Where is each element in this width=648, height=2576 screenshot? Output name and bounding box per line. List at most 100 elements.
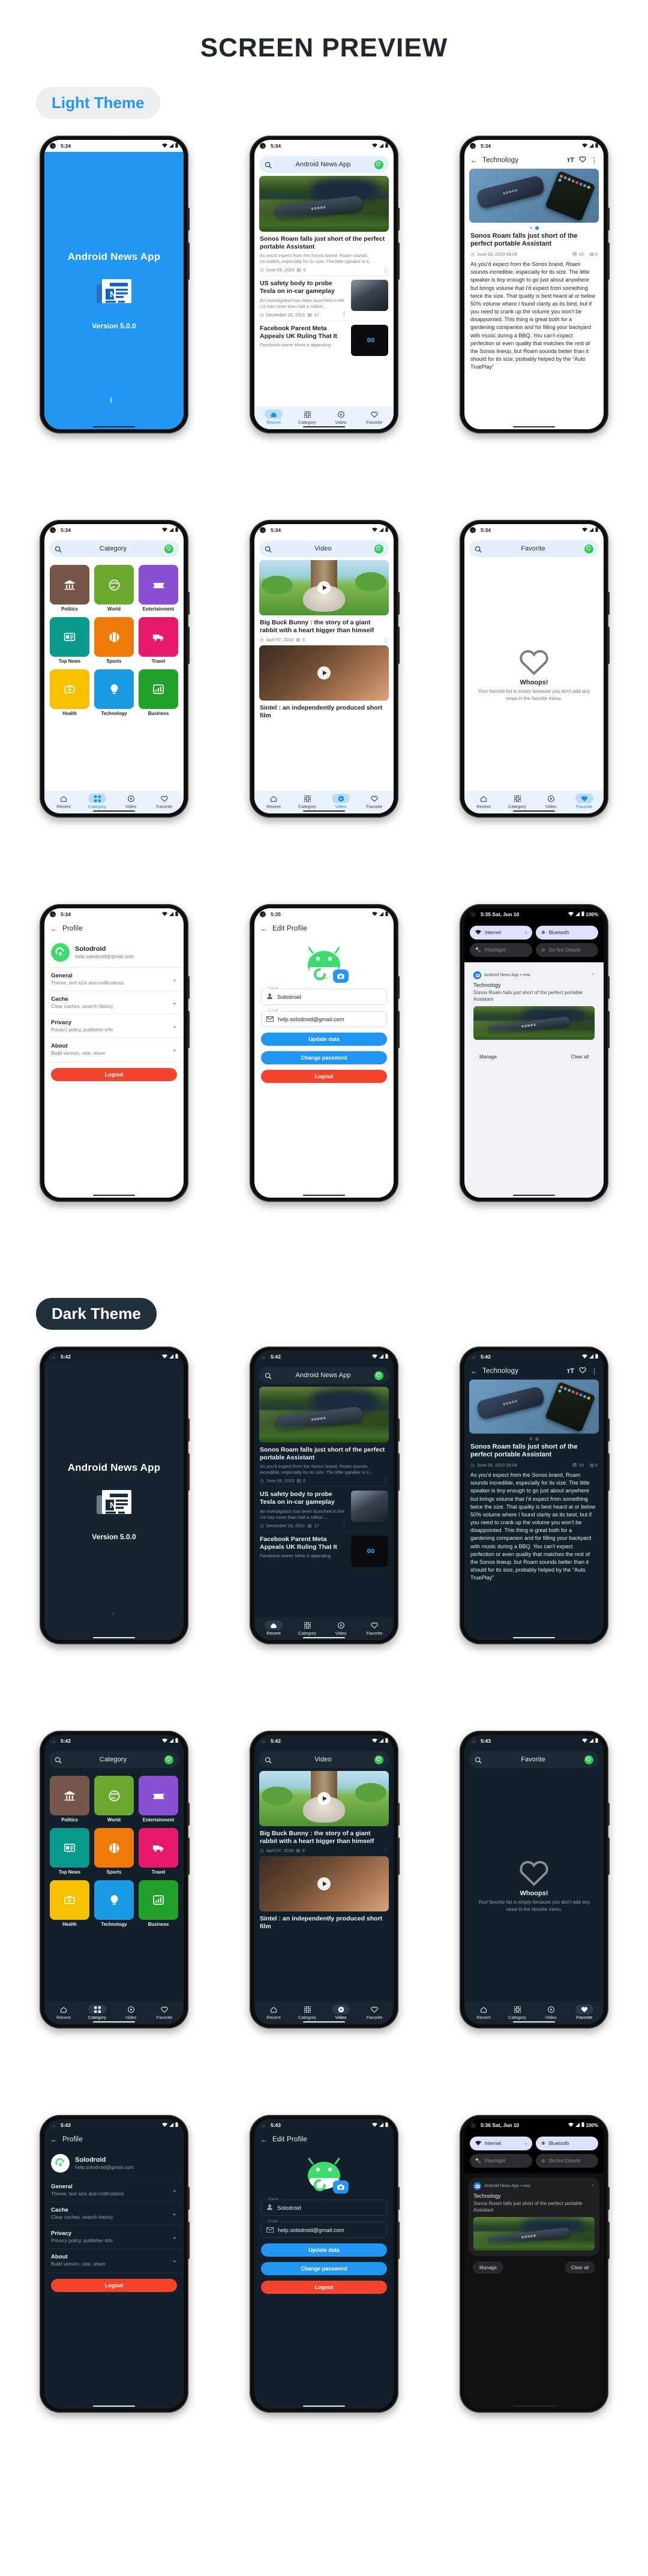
more-vertical-icon[interactable]: ⋮: [591, 157, 598, 164]
more-vertical-icon[interactable]: ⋮: [383, 1847, 388, 1853]
avatar[interactable]: [51, 2154, 70, 2173]
avatar[interactable]: [584, 544, 593, 554]
category-entertainment[interactable]: Entertainment: [139, 1776, 178, 1823]
profile-section-general[interactable]: General Theme, text size and notification…: [44, 967, 184, 991]
home-indicator[interactable]: [93, 2021, 135, 2022]
news-item-1[interactable]: US safety body to probe Tesla on in-car …: [254, 1487, 394, 1531]
search-bar[interactable]: Video: [259, 540, 389, 557]
video-thumbnail-1[interactable]: [259, 645, 389, 701]
back-arrow-icon[interactable]: ←: [50, 925, 58, 933]
clear-all-button[interactable]: Clear all: [564, 2261, 595, 2274]
news-item-0[interactable]: Sonos Roam falls just short of the perfe…: [254, 1443, 394, 1486]
news-item-0[interactable]: Sonos Roam falls just short of the perfe…: [254, 232, 394, 276]
news-scroll-area[interactable]: SONOS Sonos Roam falls just short of the…: [254, 1387, 394, 1617]
avatar[interactable]: [374, 1755, 383, 1764]
search-bar[interactable]: Favorite: [469, 540, 599, 557]
back-arrow-icon[interactable]: ←: [470, 1367, 478, 1375]
nav-item-recent[interactable]: Recent: [47, 2004, 80, 2020]
notification-card[interactable]: Android News App • now ⌃ Technology Sono…: [469, 2177, 599, 2257]
detail-hero-image[interactable]: SONOS: [469, 1380, 599, 1434]
home-indicator[interactable]: [513, 2405, 555, 2407]
search-icon[interactable]: [265, 545, 272, 553]
text-size-icon[interactable]: ᴛT: [567, 157, 574, 164]
avatar[interactable]: [51, 943, 70, 962]
nav-item-favorite[interactable]: Favorite: [358, 409, 391, 425]
search-icon[interactable]: [55, 545, 62, 553]
news-thumbnail[interactable]: ∞: [351, 324, 388, 356]
manage-button[interactable]: Manage: [473, 1051, 503, 1063]
nav-item-category[interactable]: Category: [80, 2004, 114, 2020]
back-arrow-icon[interactable]: ←: [260, 2135, 268, 2144]
logout-button[interactable]: Logout: [261, 2281, 387, 2294]
clear-all-button[interactable]: Clear all: [564, 1051, 595, 1063]
home-indicator[interactable]: [513, 810, 555, 812]
nav-item-category[interactable]: Category: [290, 409, 324, 425]
category-politics[interactable]: Politics: [50, 565, 89, 612]
chevron-down-icon[interactable]: ⌄: [172, 2187, 177, 2194]
nav-item-recent[interactable]: Recent: [257, 794, 290, 809]
home-indicator[interactable]: [513, 1636, 555, 1638]
nav-item-recent[interactable]: Recent: [467, 794, 500, 809]
play-icon[interactable]: [317, 1877, 331, 1891]
nav-item-video[interactable]: Video: [324, 2004, 358, 2020]
home-indicator[interactable]: [93, 426, 135, 427]
category-travel[interactable]: Travel: [139, 617, 178, 664]
category-business[interactable]: Business: [139, 1880, 178, 1927]
heart-icon[interactable]: [579, 1367, 586, 1375]
chevron-down-icon[interactable]: ⌄: [172, 2234, 177, 2240]
email-field[interactable]: Email help.solodroid@gmail.com: [261, 1009, 387, 1027]
back-arrow-icon[interactable]: ←: [50, 2135, 58, 2144]
nav-item-recent[interactable]: Recent: [47, 794, 80, 809]
home-indicator[interactable]: [303, 810, 345, 812]
back-arrow-icon[interactable]: ←: [470, 156, 478, 164]
camera-icon[interactable]: [333, 970, 349, 983]
chevron-down-icon[interactable]: ⌄: [172, 2210, 177, 2217]
nav-item-category[interactable]: Category: [500, 2004, 534, 2020]
avatar[interactable]: [164, 1755, 173, 1764]
category-travel[interactable]: Travel: [139, 1828, 178, 1875]
name-field[interactable]: Name Solodroid: [261, 2197, 387, 2216]
nav-item-favorite[interactable]: Favorite: [148, 794, 181, 809]
profile-header[interactable]: Solodroid help.solodroid@gmail.com: [44, 937, 184, 967]
nav-item-video[interactable]: Video: [324, 409, 358, 425]
video-item-1[interactable]: Sintel : an independently produced short…: [254, 1911, 394, 1934]
heart-icon[interactable]: [579, 156, 586, 164]
home-indicator[interactable]: [303, 2405, 345, 2407]
nav-item-video[interactable]: Video: [324, 794, 358, 809]
quick-tile-internet[interactable]: Internet ›: [470, 2137, 532, 2150]
nav-item-favorite[interactable]: Favorite: [568, 794, 601, 809]
video-scroll-area[interactable]: Big Buck Bunny : the story of a giant ra…: [254, 560, 394, 791]
category-technology[interactable]: Technology: [94, 669, 134, 716]
profile-section-cache[interactable]: Cache Clear caches, search history ⌄: [44, 2201, 184, 2225]
avatar[interactable]: [374, 1371, 383, 1380]
category-sports[interactable]: Sports: [94, 617, 134, 664]
email-field[interactable]: Email help.solodroid@gmail.com: [261, 2219, 387, 2238]
nav-item-recent[interactable]: Recent: [257, 409, 290, 425]
name-field[interactable]: Name Solodroid: [261, 986, 387, 1005]
chevron-right-icon[interactable]: ›: [525, 2141, 527, 2146]
home-indicator[interactable]: [303, 1636, 345, 1638]
play-icon[interactable]: [317, 666, 331, 680]
profile-section-privacy[interactable]: Privacy Privacy policy, publisher info ⌄: [44, 1014, 184, 1037]
chevron-down-icon[interactable]: ⌄: [172, 976, 177, 983]
nav-item-video[interactable]: Video: [324, 1620, 358, 1636]
nav-item-recent[interactable]: Recent: [467, 2004, 500, 2020]
news-thumbnail[interactable]: [351, 1491, 388, 1522]
category-world[interactable]: World: [94, 1776, 134, 1823]
category-top-news[interactable]: Top News: [50, 1828, 89, 1875]
category-world[interactable]: World: [94, 565, 134, 612]
category-sports[interactable]: Sports: [94, 1828, 134, 1875]
category-health[interactable]: Health: [50, 669, 89, 716]
logout-button[interactable]: Logout: [51, 2279, 177, 2292]
video-thumbnail-1[interactable]: [259, 1856, 389, 1912]
home-indicator[interactable]: [93, 1636, 135, 1638]
search-bar[interactable]: Category: [49, 1751, 179, 1768]
profile-section-general[interactable]: General Theme, text size and notification…: [44, 2178, 184, 2201]
update-data-button[interactable]: Update data: [261, 1033, 387, 1046]
video-scroll-area[interactable]: Big Buck Bunny : the story of a giant ra…: [254, 1771, 394, 2001]
video-item-1[interactable]: Sintel : an independently produced short…: [254, 701, 394, 723]
video-item-0[interactable]: Big Buck Bunny : the story of a giant ra…: [254, 1826, 394, 1856]
news-item-2[interactable]: Facebook Parent Meta Appeals UK Ruling T…: [254, 321, 394, 359]
nav-item-video[interactable]: Video: [114, 2004, 148, 2020]
quick-tile-flashlight[interactable]: 🔦 Flashlight: [470, 2154, 532, 2168]
